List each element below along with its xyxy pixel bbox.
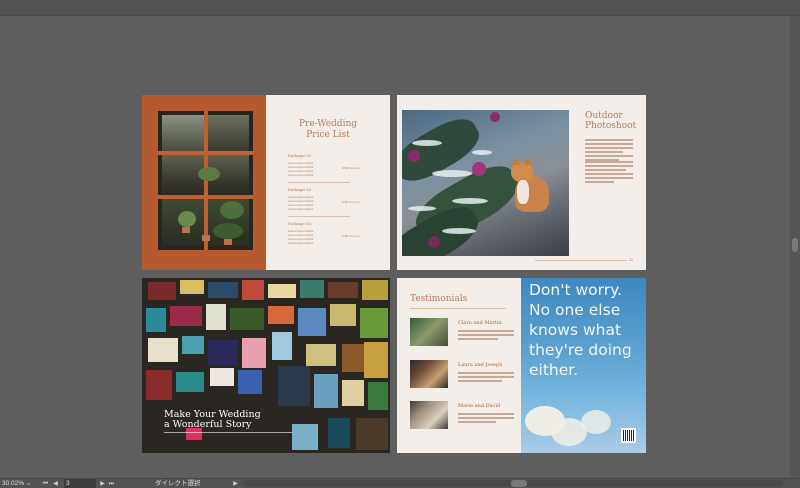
footer-rule [535, 260, 627, 261]
title-rule [410, 308, 506, 309]
artboard-outdoor-photoshoot[interactable]: Outdoor Photoshoot 11 [397, 95, 646, 270]
testimonial-item: Clara and Martin [410, 318, 518, 348]
chevron-down-icon: ⌄ [25, 480, 32, 487]
package-1: Package 01 Lorem Ipsum Dolor Lorem Ipsum… [288, 153, 352, 177]
cat [507, 157, 551, 212]
package-name: Package 01 [288, 153, 312, 158]
text-line [458, 413, 514, 415]
outdoor-title-line2: Photoshoot [585, 121, 637, 131]
next-page-icon[interactable]: ▶ [99, 480, 106, 488]
status-bar: 30.02% ⌄ ⏮ ◀ 3 ▶ ⏭ ダイレクト選択 ▶ [0, 478, 800, 488]
previous-page-icon[interactable]: ◀ [52, 480, 59, 488]
divider [288, 216, 350, 217]
package-name: Package 02 [288, 187, 312, 192]
package-name: Package 03 [288, 221, 312, 226]
divider [288, 182, 350, 183]
package-price: USD Xxxx.xx [342, 234, 360, 238]
vertical-scrollbar-thumb[interactable] [792, 238, 798, 252]
canvas[interactable]: Pre-Wedding Price List Package 01 Lorem … [0, 16, 790, 478]
horizontal-scrollbar[interactable] [243, 480, 783, 487]
testimonial-name: Marie and David [458, 403, 501, 409]
price-list-title: Pre-Wedding Price List [276, 119, 380, 141]
testimonial-thumbnail [410, 401, 448, 429]
outdoor-title: Outdoor Photoshoot [585, 111, 636, 131]
top-toolbar [0, 0, 800, 16]
package-line: Lorem Ipsum Dolor [288, 173, 314, 177]
package-2: Package 02 Lorem Ipsum Dolor Lorem Ipsum… [288, 187, 352, 211]
page-number-value: 3 [66, 480, 70, 487]
outdoor-title-line1: Outdoor [585, 111, 623, 121]
window-shop-photo [158, 111, 253, 250]
vertical-scrollbar[interactable] [790, 16, 800, 478]
horizontal-scrollbar-thumb[interactable] [511, 480, 527, 487]
price-title-line1: Pre-Wedding [298, 119, 358, 129]
flower [581, 410, 611, 434]
text-line [458, 372, 514, 374]
story-headline: Make Your Wedding a Wonderful Story [164, 410, 261, 430]
text-line [458, 334, 514, 336]
quote-text: Don't worry. No one else knows what they… [529, 281, 632, 379]
testimonial-name: Laura and Joseph [458, 362, 503, 368]
testimonial-thumbnail [410, 360, 448, 388]
body-paragraph [585, 139, 633, 163]
page-number: 11 [629, 257, 634, 262]
first-page-icon[interactable]: ⏮ [42, 480, 49, 488]
zoom-field[interactable]: 30.02% ⌄ [2, 479, 40, 488]
qr-code [621, 428, 636, 443]
christmas-cat-photo [402, 110, 569, 256]
headline-underline [164, 432, 292, 433]
status-tool-label: ダイレクト選択 [155, 480, 201, 487]
page-number-field[interactable]: 3 [64, 479, 96, 488]
testimonials-title: Testimonials [410, 294, 468, 304]
testimonial-item: Marie and David [410, 401, 518, 431]
text-line [458, 417, 514, 419]
package-price: USD Xxxx.xx [342, 200, 360, 204]
last-page-icon[interactable]: ⏭ [108, 480, 115, 488]
artboard-price-list[interactable]: Pre-Wedding Price List Package 01 Lorem … [142, 95, 390, 270]
testimonial-thumbnail [410, 318, 448, 346]
price-title-line2: Price List [306, 130, 350, 140]
testimonial-item: Laura and Joseph [410, 360, 518, 390]
text-line [458, 330, 514, 332]
quote-photo-panel: Don't worry. No one else knows what they… [521, 278, 646, 453]
artboard-testimonials[interactable]: Testimonials Clara and Martin Laura and … [397, 278, 646, 453]
package-3: Package 03 Lorem Ipsum Dolor Lorem Ipsum… [288, 221, 352, 245]
story-headline-line2: a Wonderful Story [164, 419, 252, 430]
text-line [458, 338, 498, 340]
text-line [458, 376, 514, 378]
package-line: Lorem Ipsum Dolor [288, 207, 314, 211]
package-price: USD Xxxx.xx [342, 166, 360, 170]
body-paragraph [585, 161, 633, 185]
artboard-wonderful-story[interactable]: Make Your Wedding a Wonderful Story [142, 278, 390, 453]
text-line [458, 380, 502, 382]
text-line [458, 421, 496, 423]
zoom-value: 30.02% [2, 480, 25, 487]
package-line: Lorem Ipsum Dolor [288, 241, 314, 245]
testimonial-name: Clara and Martin [458, 320, 502, 326]
status-menu-arrow-icon[interactable]: ▶ [232, 480, 239, 488]
